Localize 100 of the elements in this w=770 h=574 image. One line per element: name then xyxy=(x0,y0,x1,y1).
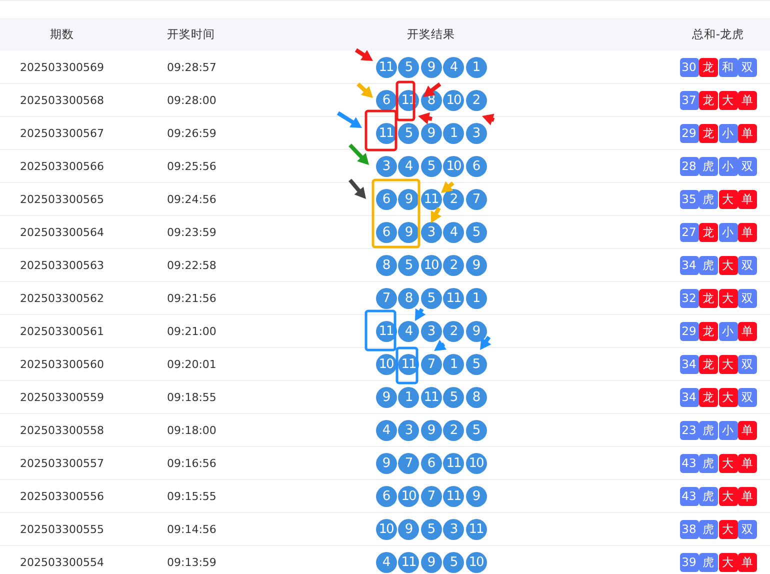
sum-tag: 27 xyxy=(680,222,698,242)
result-tag: 单 xyxy=(738,486,757,506)
result-tag: 大 xyxy=(718,288,738,308)
number-ball: 1 xyxy=(398,386,419,408)
number-ball: 11 xyxy=(376,56,396,78)
number-ball: 5 xyxy=(420,156,442,176)
number-ball: 3 xyxy=(443,518,464,540)
number-ball: 1 xyxy=(443,354,464,374)
number-ball: 5 xyxy=(466,222,486,242)
number-ball: 3 xyxy=(420,222,442,242)
result-tag: 龙 xyxy=(699,124,718,142)
result-tag: 小 xyxy=(718,420,738,440)
number-ball: 9 xyxy=(466,254,486,276)
sum-tag: 37 xyxy=(680,90,698,110)
result-tag: 双 xyxy=(738,388,757,406)
result-tag: 虎 xyxy=(699,486,718,506)
sum-tag: 34 xyxy=(680,256,698,274)
sum-tag: 34 xyxy=(680,354,698,374)
period-cell-text: 202503300559 xyxy=(19,390,105,404)
result-tag: 单 xyxy=(738,190,757,208)
result-tag: 大 xyxy=(718,388,738,406)
number-ball: 1 xyxy=(466,288,486,308)
number-ball: 10 xyxy=(443,90,464,110)
number-ball: 3 xyxy=(420,320,442,342)
number-ball: 9 xyxy=(466,486,486,506)
number-ball: 9 xyxy=(398,518,419,540)
number-ball: 10 xyxy=(376,518,396,540)
time-cell-text: 09:25:56 xyxy=(166,160,218,172)
number-ball: 10 xyxy=(466,452,486,474)
period-cell-text: 202503300567 xyxy=(19,126,105,140)
result-tag: 大 xyxy=(718,190,738,208)
number-ball: 8 xyxy=(398,288,419,308)
period-cell-text: 202503300561 xyxy=(19,324,105,338)
result-tag: 小 xyxy=(718,124,738,142)
time-cell-text: 09:26:59 xyxy=(166,126,218,140)
number-ball: 8 xyxy=(376,254,396,276)
period-cell-text: 202503300558 xyxy=(19,424,105,436)
result-tag: 双 xyxy=(738,520,757,538)
number-ball: 2 xyxy=(443,188,464,210)
period-cell-text: 202503300565 xyxy=(19,192,105,206)
result-tag: 单 xyxy=(738,124,757,142)
result-tag: 龙 xyxy=(699,222,718,242)
number-ball: 5 xyxy=(420,288,442,308)
result-tag: 龙 xyxy=(699,322,718,340)
result-tag: 虎 xyxy=(699,420,718,440)
time-cell-text: 09:28:00 xyxy=(166,94,218,106)
period-cell-text: 202503300569 xyxy=(19,60,105,74)
sum-tag: 28 xyxy=(680,156,698,176)
number-ball: 5 xyxy=(443,552,464,572)
period-cell-text: 202503300556 xyxy=(19,490,105,502)
result-tag: 虎 xyxy=(699,520,718,538)
result-tag: 大 xyxy=(718,454,738,472)
result-tag: 大 xyxy=(718,552,738,572)
number-ball: 3 xyxy=(376,156,396,176)
sum-tag: 29 xyxy=(680,124,698,142)
result-tag: 虎 xyxy=(699,156,718,176)
time-cell-text: 09:18:55 xyxy=(166,390,218,404)
number-ball: 10 xyxy=(466,552,486,572)
time-cell-text: 09:22:58 xyxy=(166,258,218,272)
number-ball: 9 xyxy=(466,320,486,342)
number-ball: 6 xyxy=(376,90,396,110)
sum-tag: 43 xyxy=(680,486,698,506)
sum-tag: 23 xyxy=(680,420,698,440)
number-ball: 9 xyxy=(376,386,396,408)
number-ball: 11 xyxy=(420,386,442,408)
result-tag: 单 xyxy=(738,90,757,110)
column-header: 总和-龙虎 xyxy=(690,27,745,42)
number-ball: 10 xyxy=(443,156,464,176)
number-ball: 4 xyxy=(398,320,419,342)
result-tag: 双 xyxy=(738,288,757,308)
number-ball: 9 xyxy=(398,222,419,242)
number-ball: 10 xyxy=(420,254,442,276)
number-ball: 5 xyxy=(443,386,464,408)
column-header: 期数 xyxy=(49,27,75,42)
result-tag: 龙 xyxy=(699,288,718,308)
result-tag: 双 xyxy=(738,256,757,274)
number-ball: 4 xyxy=(376,420,396,440)
number-ball: 2 xyxy=(443,420,464,440)
sum-tag: 34 xyxy=(680,388,698,406)
result-tag: 大 xyxy=(718,90,738,110)
result-tag: 和 xyxy=(718,58,738,76)
result-tag: 虎 xyxy=(699,190,718,208)
result-tag: 单 xyxy=(738,454,757,472)
number-ball: 6 xyxy=(376,222,396,242)
result-tag: 小 xyxy=(718,222,738,242)
number-ball: 2 xyxy=(443,254,464,276)
number-ball: 11 xyxy=(443,486,464,506)
number-ball: 8 xyxy=(466,386,486,408)
result-tag: 龙 xyxy=(699,90,718,110)
number-ball: 9 xyxy=(420,56,442,78)
number-ball: 9 xyxy=(420,122,442,144)
sum-tag: 39 xyxy=(680,552,698,572)
number-ball: 5 xyxy=(398,122,419,144)
column-header: 开奖结果 xyxy=(407,27,455,42)
result-tag: 虎 xyxy=(699,454,718,472)
number-ball: 9 xyxy=(376,452,396,474)
period-cell-text: 202503300562 xyxy=(19,292,105,304)
number-ball: 11 xyxy=(398,552,419,572)
result-tag: 龙 xyxy=(699,354,718,374)
number-ball: 6 xyxy=(420,452,442,474)
